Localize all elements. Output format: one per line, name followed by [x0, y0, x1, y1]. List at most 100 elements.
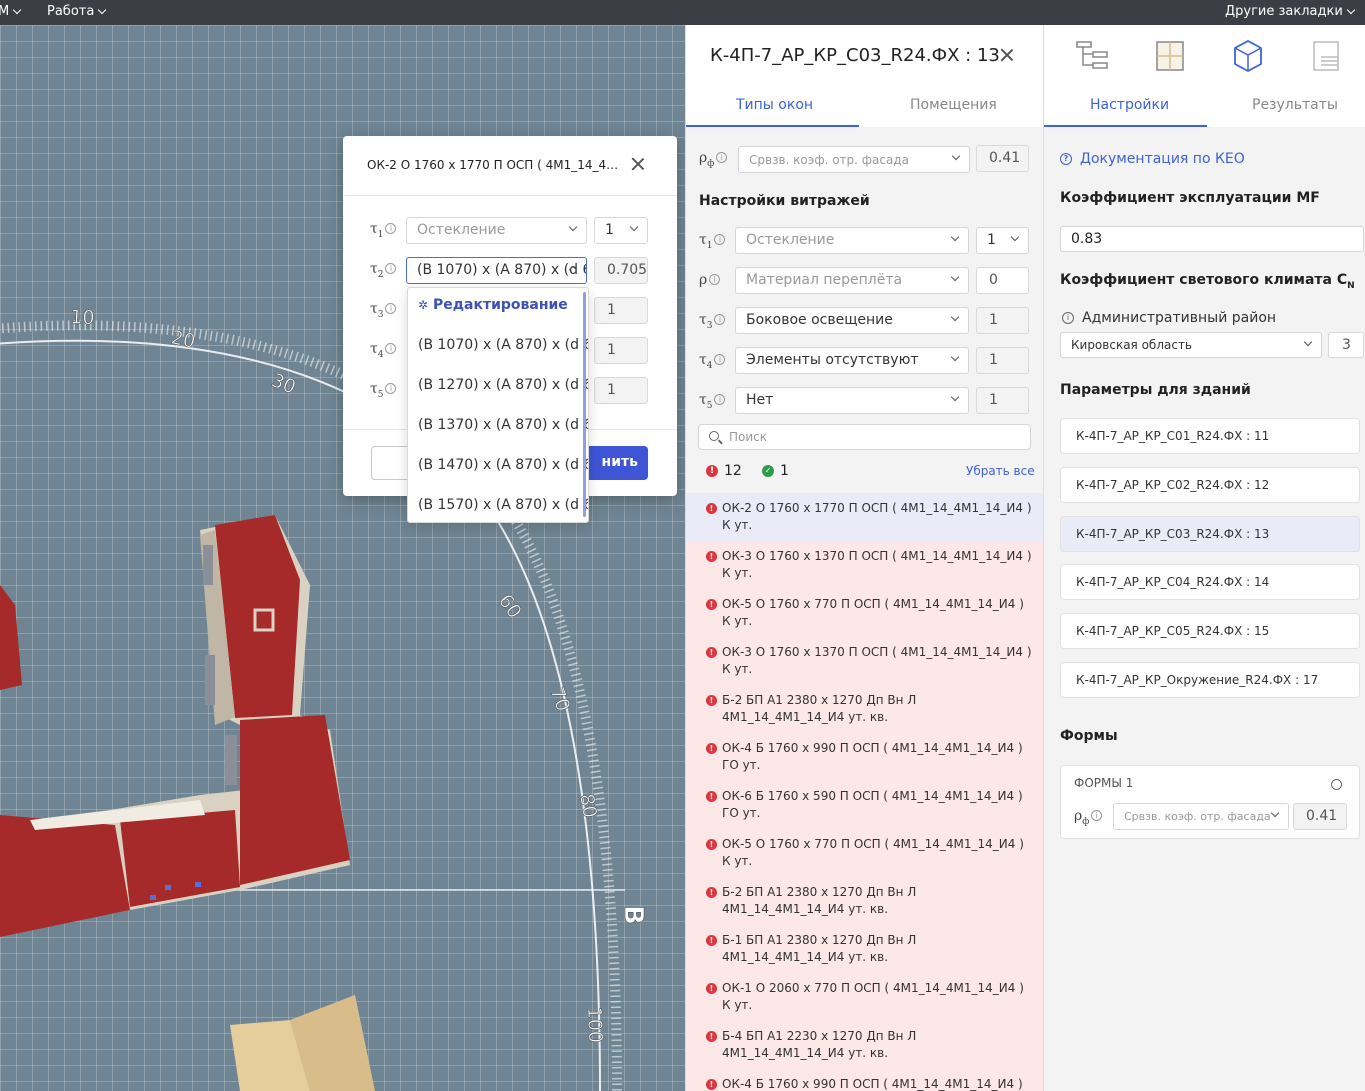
- save-button[interactable]: нить: [583, 446, 648, 480]
- info-icon: i: [385, 223, 397, 234]
- climate-title: Коэффициент светового климата CN: [1060, 272, 1355, 291]
- tree-icon[interactable]: [1075, 39, 1109, 73]
- compass-label-100: 100: [583, 1006, 606, 1043]
- tau2-label: τ2i: [370, 261, 397, 280]
- search-icon[interactable]: [1331, 779, 1342, 790]
- dropdown-option[interactable]: (В 1370) х (А 870) х (d 60): [408, 408, 588, 448]
- tab-rooms[interactable]: Помещения: [910, 97, 997, 113]
- window-type-item[interactable]: ! ОК-5 О 1760 х 770 П ОСП ( 4М1_14_4М1_14…: [686, 829, 1044, 877]
- window-type-item[interactable]: ! ОК-1 О 2060 х 770 П ОСП ( 4М1_14_4М1_14…: [686, 973, 1044, 1021]
- vitrage-tau5-select[interactable]: Нет: [735, 387, 969, 414]
- other-bookmarks[interactable]: Другие закладки: [1225, 4, 1356, 19]
- district-code: 3: [1328, 332, 1364, 358]
- menu-work[interactable]: Работа: [47, 4, 107, 19]
- tab-window-types[interactable]: Типы окон: [736, 97, 813, 113]
- building-item[interactable]: К-4П-7_АР_КР_С02_R24.ФХ : 12: [1060, 466, 1360, 503]
- info-icon: i: [714, 394, 726, 405]
- error-icon: !: [706, 983, 717, 994]
- building-item[interactable]: К-4П-7_АР_КР_С03_R24.ФХ : 13: [1060, 515, 1360, 552]
- building-item[interactable]: К-4П-7_АР_КР_С05_R24.ФХ : 15: [1060, 613, 1360, 650]
- vitrage-tau1-select[interactable]: Остекление: [735, 227, 969, 254]
- chevron-down-icon: [1010, 232, 1020, 242]
- close-icon[interactable]: [999, 47, 1015, 63]
- tau1-select[interactable]: Остекление: [406, 217, 587, 244]
- tab-settings[interactable]: Настройки: [1090, 97, 1169, 113]
- window-type-item[interactable]: ! ОК-2 О 1760 х 1770 П ОСП ( 4М1_14_4М1_1…: [686, 493, 1044, 541]
- tab-underline: [1044, 125, 1207, 127]
- district-select[interactable]: Кировская область: [1060, 332, 1322, 358]
- remove-all-link[interactable]: Убрать все: [966, 464, 1035, 478]
- tab-results[interactable]: Результаты: [1252, 97, 1338, 113]
- window-type-item[interactable]: ! Б-2 БП А1 2380 х 1270 Дп Вн Л 4М1_14_4М…: [686, 877, 1044, 925]
- chevron-down-icon: [951, 151, 961, 161]
- building-item[interactable]: К-4П-7_АР_КР_Окружение_R24.ФХ : 17: [1060, 662, 1360, 698]
- vitrage-tau3-select[interactable]: Боковое освещение: [735, 307, 969, 334]
- tau2-dropdown: ✲ Редактирование (В 1070) х (А 870) х (d…: [407, 287, 589, 523]
- keo-docs-link[interactable]: ? Документация по КЕО: [1060, 151, 1245, 167]
- rho-f-select[interactable]: Срвзв. коэф. отр. фасада: [738, 146, 970, 173]
- tau1-value-select[interactable]: 1: [594, 217, 648, 244]
- dropdown-edit-option[interactable]: ✲ Редактирование: [408, 288, 588, 328]
- tau4-label: τ4i: [370, 341, 397, 360]
- top-bar: М Работа Другие закладки: [0, 0, 1365, 25]
- dropdown-scrollbar[interactable]: [583, 292, 586, 517]
- dropdown-option[interactable]: (В 1570) х (А 870) х (d 60): [408, 488, 588, 522]
- info-icon: i: [385, 303, 397, 314]
- panel-header: К-4П-7_АР_КР_С03_R24.ФХ : 13 Типы окон П…: [686, 25, 1044, 127]
- window-type-item[interactable]: ! ОК-3 О 1760 х 1370 П ОСП ( 4М1_14_4М1_1…: [686, 637, 1044, 685]
- window-type-item[interactable]: ! ОК-5 О 1760 х 770 П ОСП ( 4М1_14_4М1_14…: [686, 589, 1044, 637]
- window-type-item[interactable]: ! ОК-4 Б 1760 х 990 П ОСП ( 4М1_14_4М1_14…: [686, 1069, 1044, 1091]
- error-icon: !: [706, 935, 717, 946]
- search-icon: [709, 431, 719, 441]
- vitrage-rho-value[interactable]: 0: [976, 267, 1029, 294]
- compass-label-30: 30: [268, 369, 299, 398]
- window-type-item[interactable]: ! ОК-4 Б 1760 х 990 П ОСП ( 4М1_14_4М1_14…: [686, 733, 1044, 781]
- info-icon: i: [714, 354, 726, 365]
- dropdown-option[interactable]: (В 1270) х (А 870) х (d 60): [408, 368, 588, 408]
- vitrage-tau5-label: τ5i: [699, 392, 726, 411]
- menu-left-partial[interactable]: М: [0, 4, 22, 19]
- forms-rho-f-select[interactable]: Срвзв. коэф. отр. фасада: [1113, 803, 1289, 830]
- building-item[interactable]: К-4П-7_АР_КР_С04_R24.ФХ : 14: [1060, 564, 1360, 601]
- window-type-item[interactable]: ! ОК-3 О 1760 х 1370 П ОСП ( 4М1_14_4М1_1…: [686, 541, 1044, 589]
- vitrage-tau1-value-select[interactable]: 1: [976, 227, 1029, 254]
- chevron-down-icon: [950, 272, 960, 282]
- tau2-select[interactable]: (В 1070) х (А 870) х (d 60): [406, 257, 587, 284]
- info-icon: i: [714, 234, 726, 245]
- info-icon: i: [385, 383, 397, 394]
- close-icon[interactable]: [630, 156, 646, 172]
- report-icon[interactable]: [1309, 39, 1343, 73]
- window-type-item[interactable]: ! Б-2 БП А1 2380 х 1270 Дп Вн Л 4М1_14_4М…: [686, 685, 1044, 733]
- vitrage-tau3-label: τ3i: [699, 312, 726, 331]
- error-icon: !: [706, 465, 718, 477]
- chevron-down-icon: [950, 392, 960, 402]
- error-icon: !: [706, 503, 717, 514]
- window-type-item[interactable]: ! Б-4 БП А1 2230 х 1270 Дп Вн Л 4М1_14_4М…: [686, 1021, 1044, 1069]
- vitrage-tau5-value: 1: [976, 387, 1029, 414]
- gear-icon: ✲: [418, 298, 429, 312]
- mf-title: Коэффициент эксплуатации MF: [1060, 190, 1320, 206]
- vitrage-tau4-select[interactable]: Элементы отсутствуют: [735, 347, 969, 374]
- district-label: i Административный район: [1060, 310, 1276, 326]
- compass-label-60: 60: [494, 590, 526, 622]
- chevron-down-icon: [950, 232, 960, 242]
- search-input[interactable]: Поиск: [698, 424, 1031, 450]
- forms-title: Формы: [1060, 728, 1118, 744]
- info-icon: i: [709, 274, 721, 285]
- window-type-item[interactable]: ! ОК-6 Б 1760 х 590 П ОСП ( 4М1_14_4М1_14…: [686, 781, 1044, 829]
- forms-rho-f-value: 0.41: [1293, 803, 1347, 830]
- building-item[interactable]: К-4П-7_АР_КР_С01_R24.ФХ : 11: [1060, 418, 1360, 454]
- vitrage-settings-title: Настройки витражей: [699, 193, 870, 209]
- vitrage-frame-material-select[interactable]: Материал переплёта: [735, 267, 969, 294]
- mf-input[interactable]: 0.83: [1060, 226, 1364, 252]
- building-model[interactable]: [0, 515, 350, 937]
- grid-icon[interactable]: [1153, 39, 1187, 73]
- dropdown-option[interactable]: (В 1470) х (А 870) х (d 60): [408, 448, 588, 488]
- window-type-item[interactable]: ! Б-1 БП А1 2380 х 1270 Дп Вн Л 4М1_14_4М…: [686, 925, 1044, 973]
- dropdown-option[interactable]: (В 1070) х (А 870) х (d 60): [408, 328, 588, 368]
- error-icon: !: [706, 743, 717, 754]
- info-icon: i: [1062, 312, 1074, 324]
- cube-icon[interactable]: [1231, 39, 1265, 73]
- error-icon: !: [706, 695, 717, 706]
- vitrage-tau3-value: 1: [976, 307, 1029, 334]
